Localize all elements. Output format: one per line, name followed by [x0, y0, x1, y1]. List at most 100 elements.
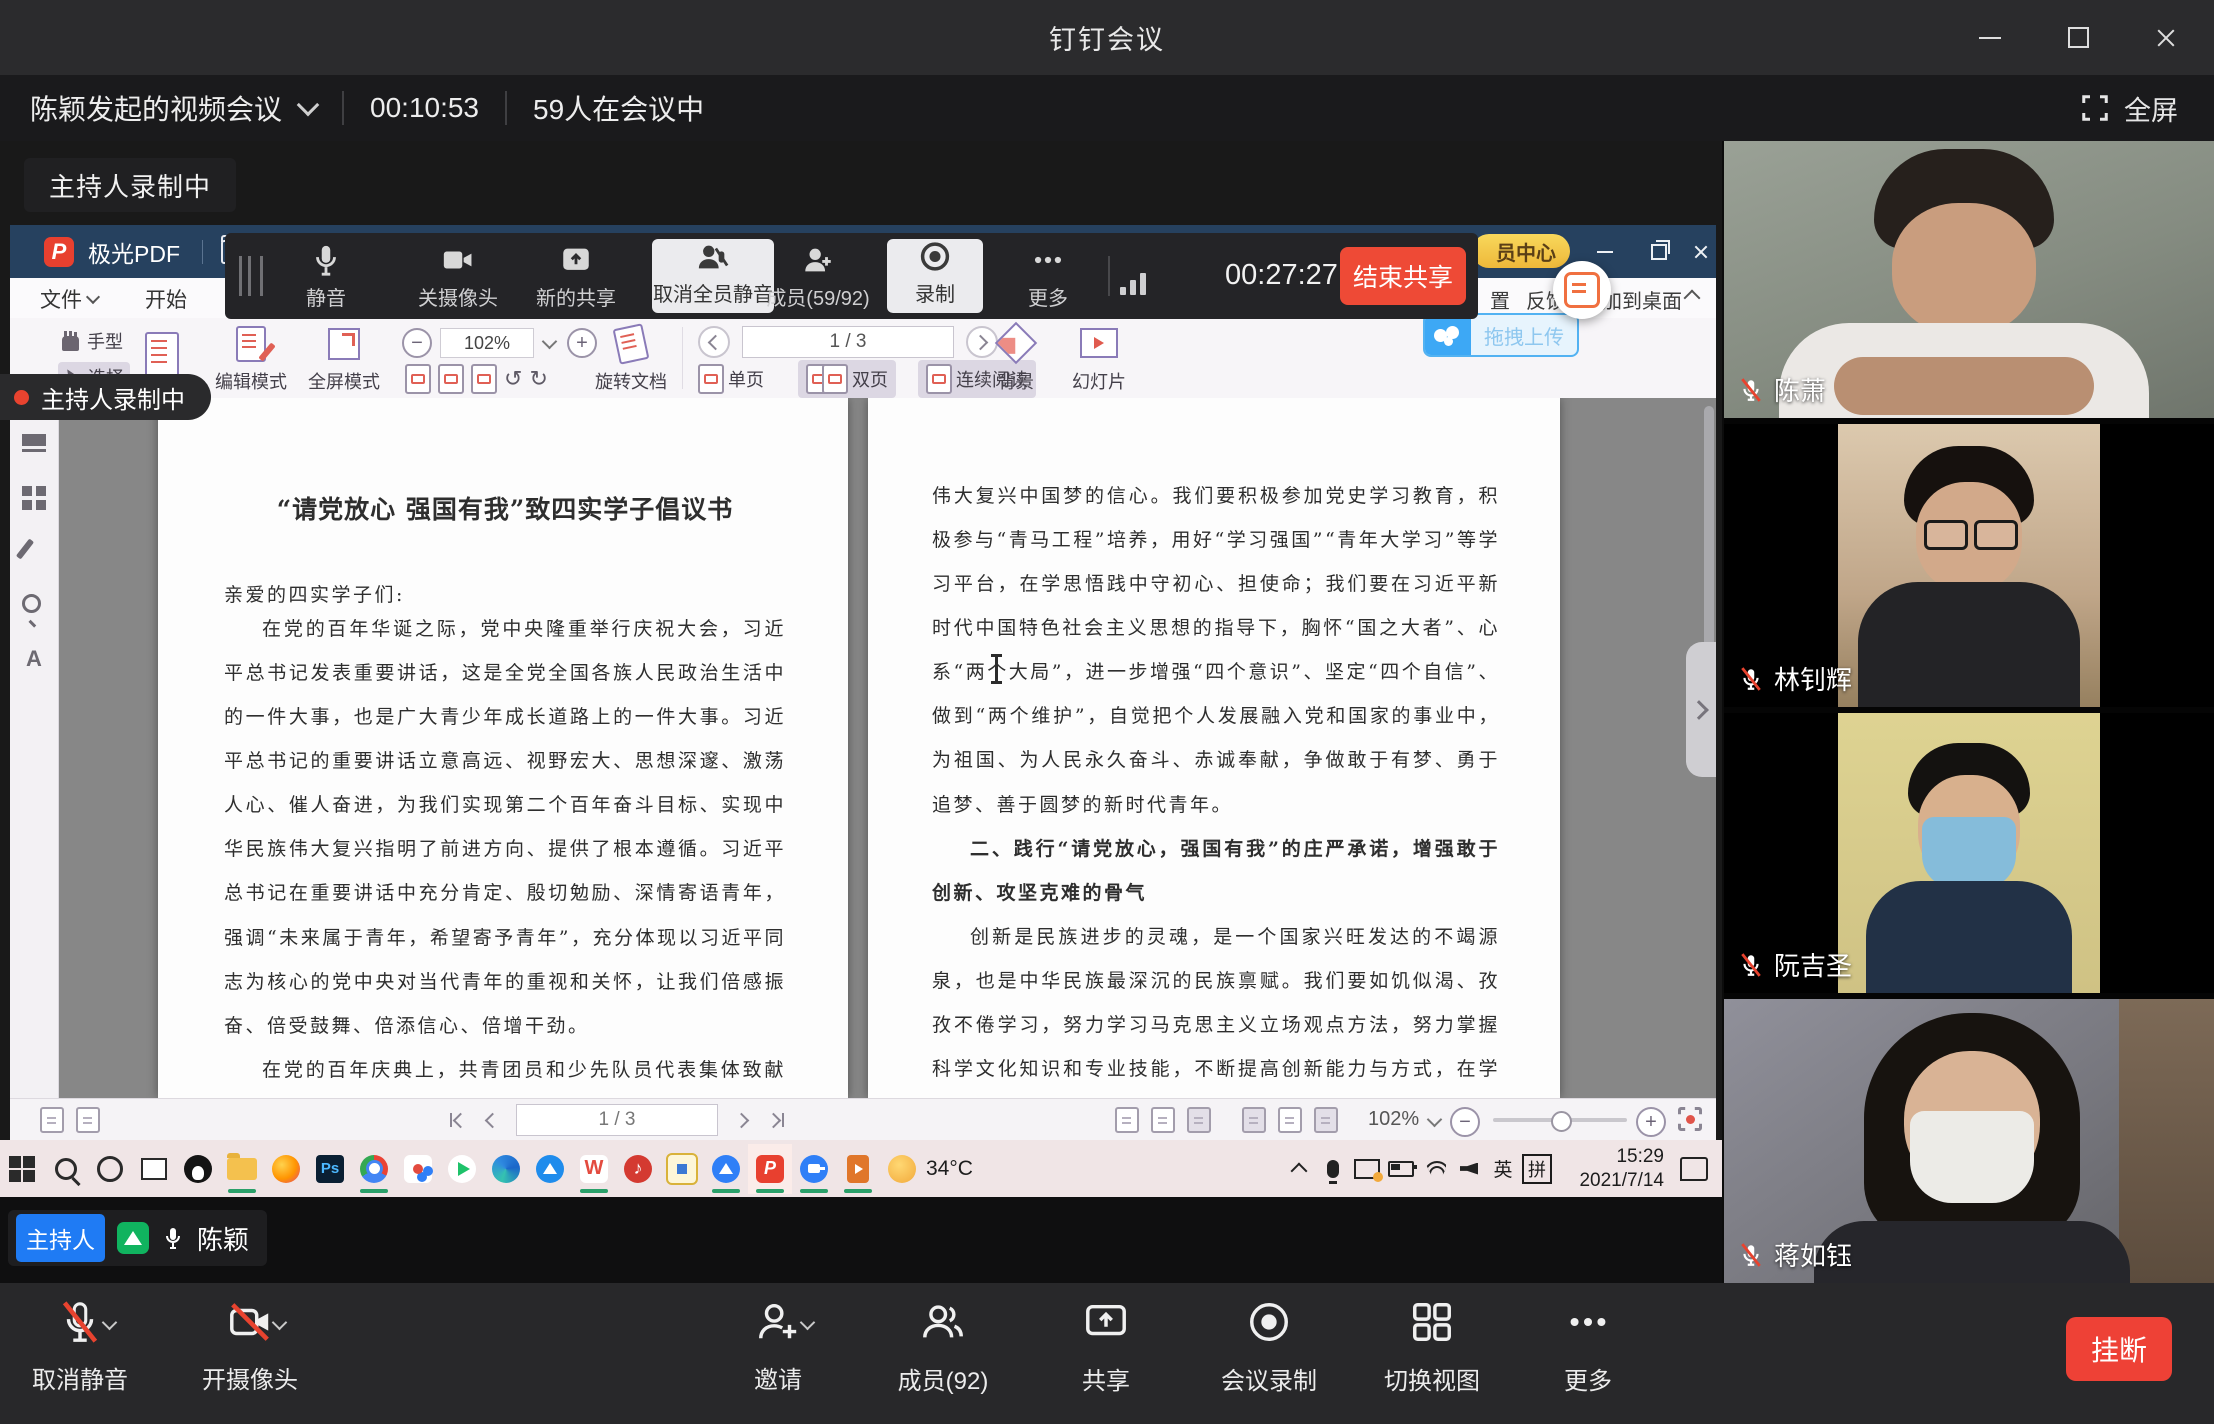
fullscreen-status-icon[interactable] [1678, 1107, 1702, 1131]
annotate-icon[interactable] [22, 538, 46, 562]
drag-handle[interactable] [239, 256, 263, 296]
edge-icon[interactable] [484, 1144, 528, 1194]
tray-volume-icon[interactable] [1452, 1144, 1486, 1194]
minimize-button[interactable] [1970, 18, 2010, 58]
double-view-icon[interactable] [1314, 1107, 1338, 1133]
task-view-icon[interactable] [132, 1144, 176, 1194]
invite-button[interactable]: 邀请 [693, 1299, 863, 1395]
fullscreen-mode-button[interactable]: 全屏模式 [308, 328, 380, 394]
outline-icon[interactable] [22, 434, 46, 440]
member-center-button[interactable]: 员中心 [1472, 234, 1570, 268]
close-button[interactable] [2146, 18, 2186, 58]
chevron-down-icon[interactable] [101, 1315, 117, 1331]
wps-icon[interactable]: W [572, 1144, 616, 1194]
file-explorer-icon[interactable] [220, 1144, 264, 1194]
status-zoom-value[interactable]: 102% [1368, 1108, 1444, 1131]
notification-icon[interactable] [1680, 1157, 1708, 1181]
single-page-button[interactable]: 单页 [698, 364, 764, 394]
rotate-left-icon[interactable]: ↺ [504, 367, 522, 392]
share-button[interactable]: 共享 [1021, 1299, 1191, 1396]
fit-width-icon[interactable] [471, 364, 497, 394]
status-page-indicator[interactable]: 1 / 3 [516, 1104, 718, 1136]
rotate-doc-button[interactable]: 旋转文档 [595, 326, 667, 394]
rotate-right-icon[interactable]: ↻ [529, 367, 547, 392]
hand-tool[interactable]: 手型 [62, 328, 123, 354]
tray-battery-icon[interactable] [1384, 1144, 1418, 1194]
continuous-view-icon[interactable] [1242, 1107, 1266, 1133]
prev-page-button[interactable] [698, 326, 730, 358]
prev-page-button[interactable] [485, 1112, 501, 1128]
tab-file[interactable]: 文件 [40, 284, 98, 314]
drag-upload-button[interactable]: 拖拽上传 [1423, 313, 1579, 357]
maximize-button[interactable] [2058, 18, 2098, 58]
next-view-icon[interactable] [76, 1107, 100, 1133]
actual-size-icon[interactable] [1115, 1107, 1139, 1133]
page-indicator[interactable]: 1 / 3 [742, 326, 954, 358]
thumbnails-icon[interactable] [22, 486, 46, 510]
participant-tile[interactable]: 阮吉圣 [1724, 713, 2214, 993]
zoom-in-button[interactable]: + [567, 328, 597, 358]
meeting-record-button[interactable]: 会议录制 [1184, 1299, 1354, 1396]
zoom-in-button[interactable]: + [1636, 1107, 1666, 1137]
double-page-button[interactable]: 双页 [798, 360, 896, 398]
search-icon[interactable] [22, 594, 46, 618]
text-tool-icon[interactable]: A [22, 646, 46, 670]
weather-icon[interactable] [880, 1144, 924, 1194]
first-page-button[interactable] [450, 1113, 466, 1127]
participant-tile[interactable]: 林钊辉 [1724, 424, 2214, 707]
pdf-close-button[interactable] [1686, 239, 1716, 265]
actual-size-icon[interactable] [405, 364, 431, 394]
dingtalk-icon[interactable] [528, 1144, 572, 1194]
more-button[interactable]: 更多 [988, 241, 1108, 311]
chevron-down-icon[interactable] [297, 94, 320, 117]
lang-indicator[interactable]: 英 [1486, 1144, 1520, 1194]
participant-tile[interactable]: 蒋如钰 [1724, 999, 2214, 1283]
members-button[interactable]: 成员(59/92) [758, 241, 878, 311]
next-page-button[interactable] [966, 326, 998, 358]
fit-page-icon[interactable] [438, 364, 464, 394]
prev-view-icon[interactable] [40, 1107, 64, 1133]
pdf-restore-button[interactable] [1644, 239, 1674, 265]
start-button[interactable] [0, 1144, 44, 1194]
camera-off-button[interactable]: 关摄像头 [398, 241, 518, 311]
next-page-button[interactable] [734, 1112, 750, 1128]
zoom-slider-knob[interactable] [1551, 1111, 1572, 1132]
tray-mic-icon[interactable] [1316, 1144, 1350, 1194]
record-button[interactable]: 录制 [887, 239, 983, 313]
baidu-netdisk-icon[interactable] [396, 1144, 440, 1194]
qq-icon[interactable] [176, 1144, 220, 1194]
switch-view-button[interactable]: 切换视图 [1347, 1299, 1517, 1396]
members-button[interactable]: 成员(92) [858, 1299, 1028, 1396]
video-call-icon[interactable] [792, 1144, 836, 1194]
meeting-title[interactable]: 陈颖发起的视频会议 [30, 88, 282, 128]
background-button[interactable]: 背景 [998, 324, 1034, 394]
tencent-video-icon[interactable] [440, 1144, 484, 1194]
pdf-minimize-button[interactable] [1590, 239, 1620, 265]
participant-tile[interactable]: 陈萧 [1724, 141, 2214, 418]
photoshop-icon[interactable]: Ps [308, 1144, 352, 1194]
single-view-icon[interactable] [1278, 1107, 1302, 1133]
tray-cast-icon[interactable] [1350, 1144, 1384, 1194]
firefox-icon[interactable] [264, 1144, 308, 1194]
search-icon[interactable] [44, 1144, 88, 1194]
fullscreen-button[interactable]: 全屏 [2080, 75, 2178, 141]
unmute-button[interactable]: 取消静音 [0, 1299, 165, 1395]
read-mode-button[interactable] [145, 332, 179, 378]
last-page-button[interactable] [768, 1113, 784, 1127]
cortana-icon[interactable] [88, 1144, 132, 1194]
tray-wifi-icon[interactable] [1418, 1144, 1452, 1194]
temperature-readout[interactable]: 34°C [926, 1157, 973, 1181]
open-camera-button[interactable]: 开摄像头 [165, 1299, 335, 1395]
zoom-dropdown-icon[interactable] [542, 333, 558, 349]
snipping-tool-icon[interactable] [660, 1144, 704, 1194]
tab-home[interactable]: 开始 [145, 284, 187, 314]
menu-settings[interactable]: 置 [1490, 285, 1510, 314]
fit-width-icon[interactable] [1187, 1107, 1211, 1133]
chevron-down-icon[interactable] [799, 1315, 815, 1331]
fit-page-icon[interactable] [1151, 1107, 1175, 1133]
new-share-button[interactable]: 新的共享 [516, 241, 636, 311]
jiguang-pdf-icon[interactable]: P [748, 1144, 792, 1194]
zoom-value[interactable]: 102% [440, 328, 534, 358]
ime-indicator[interactable]: 拼 [1520, 1144, 1554, 1194]
end-share-button[interactable]: 结束共享 [1340, 247, 1466, 305]
